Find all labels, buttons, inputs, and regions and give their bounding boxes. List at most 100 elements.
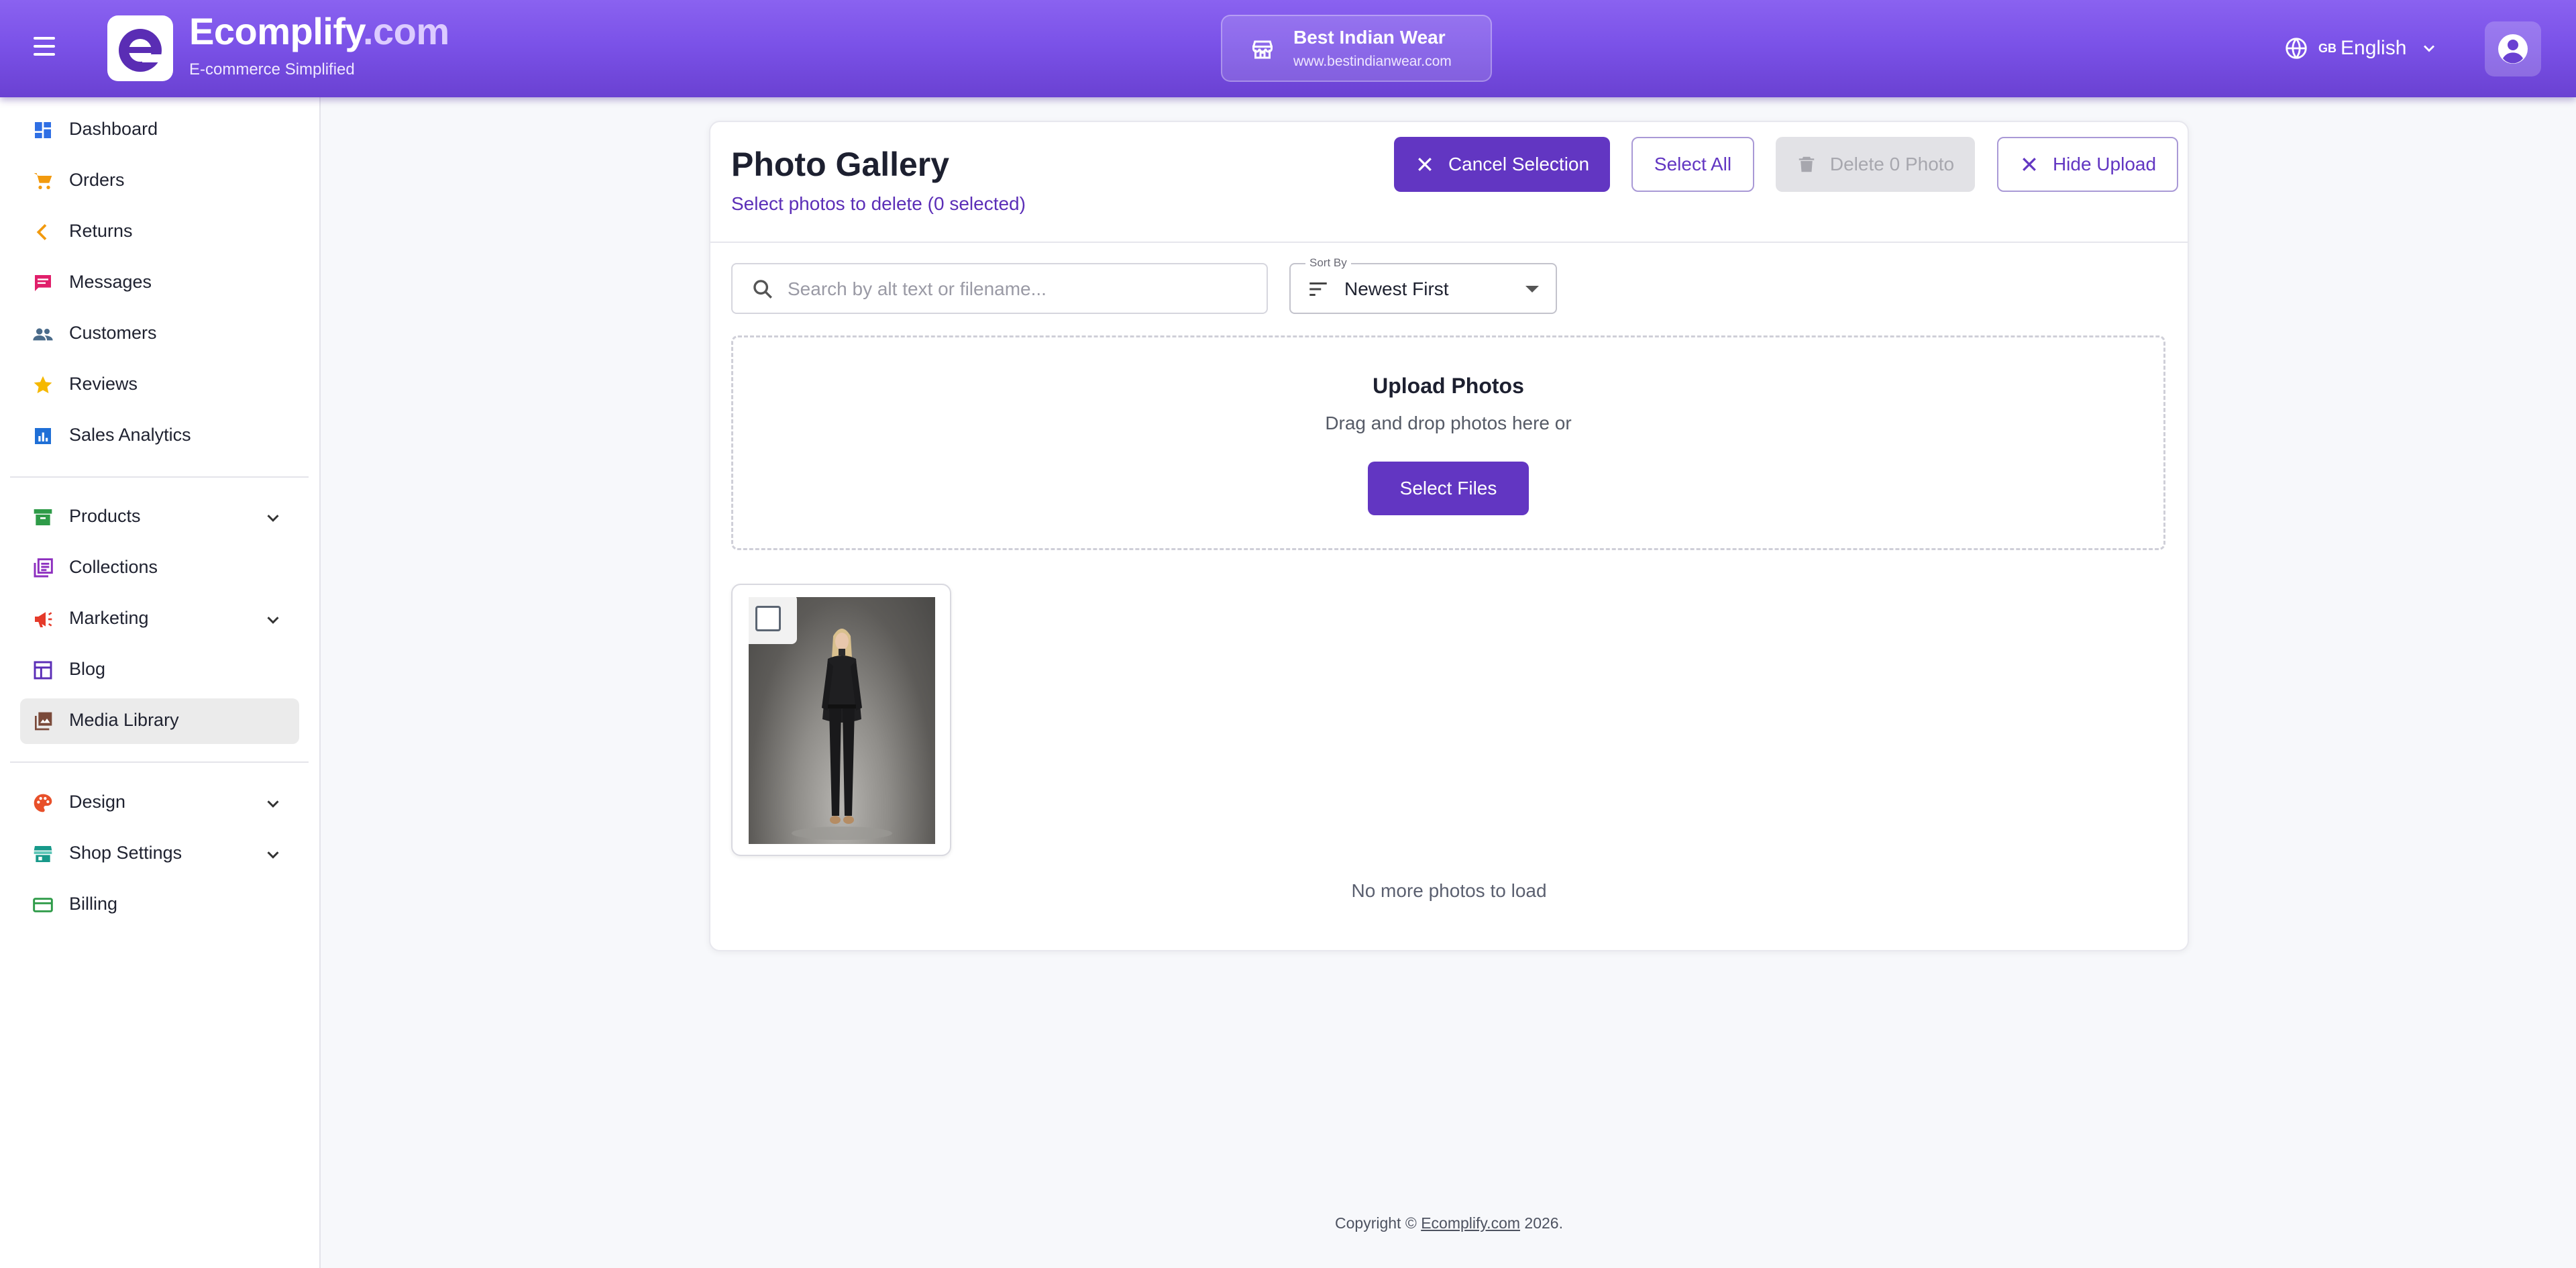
sidebar-item-collections[interactable]: Collections bbox=[20, 545, 299, 591]
sort-icon bbox=[1309, 282, 1327, 297]
sidebar-item-label: Products bbox=[69, 506, 141, 526]
globe-icon bbox=[2286, 38, 2307, 59]
sidebar-divider bbox=[10, 476, 309, 478]
language-label: English bbox=[2341, 37, 2407, 59]
sidebar-item-customers[interactable]: Customers bbox=[20, 311, 299, 357]
cancel-selection-label: Cancel Selection bbox=[1448, 154, 1590, 174]
message-icon bbox=[35, 275, 51, 291]
sidebar-item-shop-settings[interactable]: Shop Settings bbox=[20, 831, 299, 877]
app-header: Ecomplify.com E-commerce Simplified Best… bbox=[0, 0, 2576, 97]
brand-main: Ecomplify bbox=[189, 10, 363, 52]
sidebar-item-billing[interactable]: Billing bbox=[20, 882, 299, 928]
store-switcher[interactable]: Best Indian Wear www.bestindianwear.com bbox=[1221, 15, 1492, 82]
people-icon bbox=[33, 328, 53, 341]
delete-photos-button[interactable]: Delete 0 Photo bbox=[1776, 137, 1975, 192]
sidebar-item-orders[interactable]: Orders bbox=[20, 158, 299, 204]
sidebar-item-label: Billing bbox=[69, 894, 118, 914]
select-all-button[interactable]: Select All bbox=[1631, 137, 1754, 192]
store-icon bbox=[1252, 40, 1273, 59]
sidebar-divider bbox=[10, 761, 309, 763]
sidebar-item-marketing[interactable]: Marketing bbox=[20, 596, 299, 642]
sidebar-item-reviews[interactable]: Reviews bbox=[20, 362, 299, 408]
footer-copyright: Copyright © Ecomplify.com 2026. bbox=[709, 1214, 2189, 1232]
upload-instructions: Drag and drop photos here or bbox=[1325, 413, 1572, 433]
chevron-down-icon bbox=[2424, 45, 2435, 52]
cart-icon bbox=[34, 173, 52, 189]
caret-down-icon bbox=[1525, 286, 1539, 293]
language-flag: GB bbox=[2318, 41, 2337, 55]
sidebar-item-label: Design bbox=[69, 792, 126, 812]
store-url: www.bestindianwear.com bbox=[1293, 54, 1452, 69]
sidebar-item-label: Media Library bbox=[69, 710, 179, 730]
dashboard-icon bbox=[35, 122, 51, 138]
sort-value: Newest First bbox=[1344, 278, 1449, 299]
sidebar-item-label: Collections bbox=[69, 557, 158, 577]
sidebar-item-label: Blog bbox=[69, 659, 106, 679]
account-button[interactable] bbox=[2485, 21, 2541, 76]
no-more-photos-message: No more photos to load bbox=[1351, 880, 1547, 901]
sidebar-item-label: Dashboard bbox=[69, 119, 158, 139]
blog-icon bbox=[34, 661, 52, 680]
search-input[interactable] bbox=[786, 274, 1252, 305]
trash-icon bbox=[1799, 156, 1815, 172]
sidebar-item-dashboard[interactable]: Dashboard bbox=[20, 107, 299, 153]
account-circle-icon bbox=[2498, 34, 2528, 64]
selection-status: Select photos to delete (0 selected) bbox=[731, 193, 1026, 214]
sidebar-item-design[interactable]: Design bbox=[20, 780, 299, 826]
archive-icon bbox=[34, 509, 52, 525]
chevron-down-icon bbox=[267, 515, 279, 522]
footer-link[interactable]: Ecomplify.com bbox=[1421, 1214, 1520, 1232]
select-files-label: Select Files bbox=[1399, 478, 1497, 498]
photo-gallery-card: Photo Gallery Select photos to delete (0… bbox=[709, 121, 2189, 951]
sort-label: Sort By bbox=[1305, 256, 1351, 270]
logo-icon[interactable] bbox=[107, 15, 173, 81]
hide-upload-button[interactable]: Hide Upload bbox=[1997, 137, 2178, 192]
sidebar-item-sales-analytics[interactable]: Sales Analytics bbox=[20, 413, 299, 459]
store-name: Best Indian Wear bbox=[1293, 27, 1446, 48]
chevron-down-icon bbox=[267, 617, 279, 624]
palette-icon bbox=[34, 794, 52, 812]
upload-title: Upload Photos bbox=[1373, 374, 1524, 398]
sidebar: Dashboard Orders Returns Messages Custom… bbox=[0, 97, 321, 1268]
copyright-prefix: Copyright © bbox=[1335, 1214, 1421, 1232]
close-icon bbox=[1418, 158, 1432, 171]
photo-tile[interactable] bbox=[731, 584, 951, 856]
search-field[interactable] bbox=[731, 263, 1268, 314]
chevron-left-icon bbox=[36, 224, 47, 240]
cancel-selection-button[interactable]: Cancel Selection bbox=[1394, 137, 1610, 192]
sidebar-item-products[interactable]: Products bbox=[20, 494, 299, 540]
chevron-down-icon bbox=[267, 800, 279, 808]
language-selector[interactable]: GB English bbox=[2284, 34, 2438, 63]
menu-icon[interactable] bbox=[32, 37, 56, 61]
bar-chart-icon bbox=[35, 428, 51, 444]
copyright-suffix: 2026. bbox=[1520, 1214, 1563, 1232]
storefront-icon bbox=[34, 846, 52, 862]
sidebar-item-messages[interactable]: Messages bbox=[20, 260, 299, 306]
photo-checkbox-wrapper bbox=[742, 594, 797, 644]
sort-select[interactable]: Sort By Newest First bbox=[1289, 256, 1557, 314]
chevron-down-icon bbox=[267, 851, 279, 859]
select-files-button[interactable]: Select Files bbox=[1368, 462, 1529, 515]
delete-photos-label: Delete 0 Photo bbox=[1829, 154, 1955, 174]
sidebar-item-label: Reviews bbox=[69, 374, 138, 394]
hide-upload-label: Hide Upload bbox=[2052, 154, 2157, 174]
sidebar-item-label: Shop Settings bbox=[69, 843, 182, 863]
credit-card-icon bbox=[33, 898, 53, 912]
photo-select-checkbox[interactable] bbox=[755, 606, 781, 631]
search-icon bbox=[753, 280, 772, 299]
sidebar-item-blog[interactable]: Blog bbox=[20, 647, 299, 693]
card-divider bbox=[710, 242, 2188, 243]
sidebar-item-label: Returns bbox=[69, 221, 133, 241]
brand-tagline: E-commerce Simplified bbox=[189, 60, 355, 78]
brand-domain: .com bbox=[362, 10, 449, 52]
sidebar-item-returns[interactable]: Returns bbox=[20, 209, 299, 255]
collections-icon bbox=[34, 558, 53, 578]
sidebar-item-label: Messages bbox=[69, 272, 152, 292]
star-icon bbox=[34, 376, 52, 394]
select-all-label: Select All bbox=[1654, 154, 1732, 174]
brand-name[interactable]: Ecomplify.com bbox=[189, 9, 449, 53]
upload-dropzone[interactable]: Upload Photos Drag and drop photos here … bbox=[731, 335, 2165, 550]
sidebar-item-label: Customers bbox=[69, 323, 157, 343]
sidebar-item-media-library[interactable]: Media Library bbox=[20, 698, 299, 744]
page-title: Photo Gallery bbox=[731, 146, 950, 183]
